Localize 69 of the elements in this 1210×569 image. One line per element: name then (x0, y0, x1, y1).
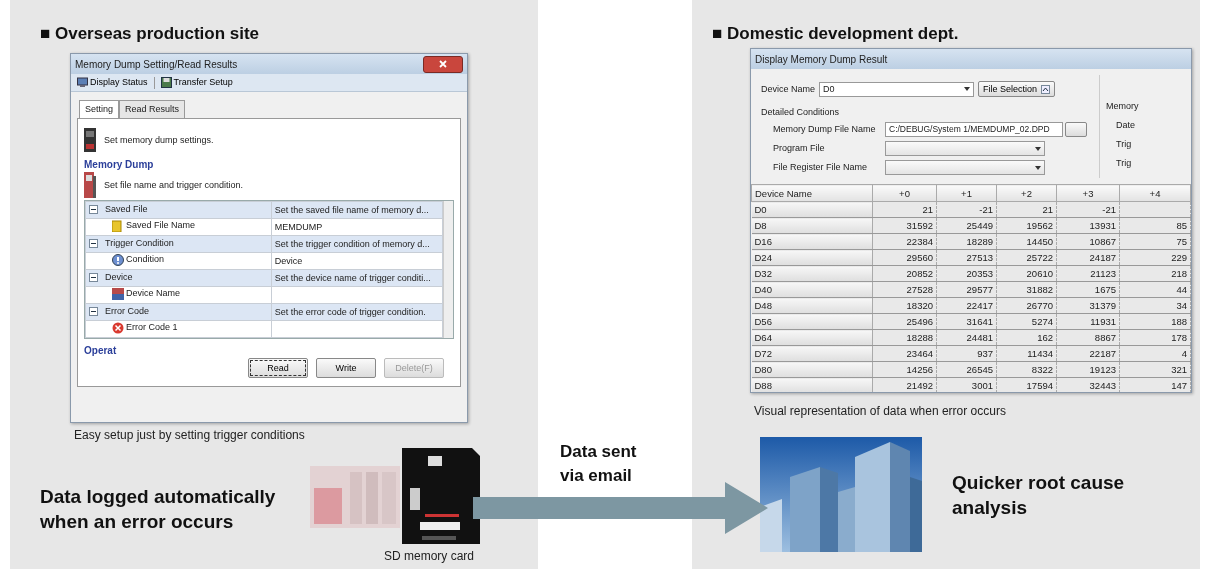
tab[interactable]: Setting (79, 100, 120, 118)
column-header: +1 (936, 184, 997, 202)
field-label: Trig (1115, 158, 1133, 169)
section-heading: ■ Overseas production site (40, 24, 261, 44)
property-name: Error Code (105, 305, 149, 317)
group-title: Memory Dump (84, 159, 155, 170)
column-header: +0 (872, 184, 937, 202)
property-name: Error Code 1 (126, 322, 178, 333)
device-icon (112, 287, 124, 300)
tab[interactable]: Read Results (119, 100, 186, 118)
collapse-icon (1041, 84, 1051, 94)
toolbar-button[interactable]: Transfer Setup (158, 77, 235, 88)
instruction-text: Set memory dump settings. (104, 134, 214, 146)
property-name: Trigger Condition (105, 237, 174, 249)
close-icon (439, 60, 447, 68)
module-icon (84, 172, 96, 198)
window-title: Memory Dump Setting/Read Results (75, 58, 238, 70)
transfer-label: Data sent via email (560, 441, 638, 487)
group-title: Memory (1106, 101, 1139, 112)
folder-icon (112, 219, 124, 232)
field-label: Program File (773, 143, 826, 154)
error-icon (112, 321, 124, 334)
property-name: Saved File (105, 203, 148, 215)
field-label: Date (1115, 120, 1136, 131)
device-name-field[interactable]: D0 (819, 81, 975, 97)
field-label: File Register File Name (773, 162, 869, 173)
column-header: +3 (1056, 184, 1120, 202)
caption: SD memory card (383, 548, 474, 565)
controller-icon (84, 128, 96, 152)
dropdown-arrow-icon (1035, 165, 1041, 170)
group-title: Detailed Conditions (761, 107, 841, 118)
toolbar-button[interactable]: Display Status (75, 77, 150, 88)
instruction-text: Set file name and trigger condition. (104, 179, 244, 191)
property-value[interactable]: Device (274, 255, 303, 266)
caption: Visual representation of data when error occurs (754, 403, 1007, 420)
collapse-icon[interactable] (89, 272, 98, 282)
caption: Easy setup just by setting trigger conditions (74, 427, 306, 444)
file-path-field[interactable]: C:/DEBUG/System 1/MEMDUMP_02.DPD (885, 122, 1063, 137)
statement-text: Quicker root cause analysis (952, 470, 1126, 520)
dropdown-field[interactable] (885, 160, 1045, 175)
collapse-icon[interactable] (89, 238, 98, 248)
property-name: Condition (126, 254, 165, 265)
field-label: Memory Dump File Name (773, 124, 877, 135)
collapse-icon[interactable] (89, 306, 98, 316)
statement-text: Data logged automatically when an error occurs (40, 485, 277, 534)
close-button[interactable] (423, 55, 463, 73)
browse-button[interactable] (1065, 122, 1087, 137)
field-label: Device Name (761, 83, 816, 95)
dropdown-arrow-icon (964, 87, 971, 91)
property-name: Saved File Name (126, 220, 196, 231)
window-title: Display Memory Dump Result (755, 53, 888, 65)
property-value[interactable]: MEMDUMP (274, 221, 323, 232)
collapse-icon[interactable] (89, 204, 98, 214)
dropdown-arrow-icon (1035, 146, 1041, 151)
monitor-icon (77, 77, 88, 88)
property-name: Device (105, 271, 133, 283)
group-title: Operat (84, 345, 118, 356)
column-header: +4 (1119, 184, 1191, 202)
dialog-button[interactable]: Read (248, 358, 308, 378)
property-description: Set the saved file name of memory d... (271, 201, 443, 219)
property-name: Device Name (126, 288, 181, 299)
dropdown-field[interactable] (885, 141, 1045, 156)
field-label: Trig (1115, 139, 1133, 150)
section-heading: ■ Domestic development dept. (712, 24, 960, 44)
scrollbar[interactable] (443, 201, 453, 338)
file-selection-button[interactable]: File Selection (978, 81, 1056, 97)
column-header: +2 (996, 184, 1057, 202)
column-header: Device Name (751, 184, 873, 202)
dialog-button[interactable]: Write (316, 358, 376, 378)
